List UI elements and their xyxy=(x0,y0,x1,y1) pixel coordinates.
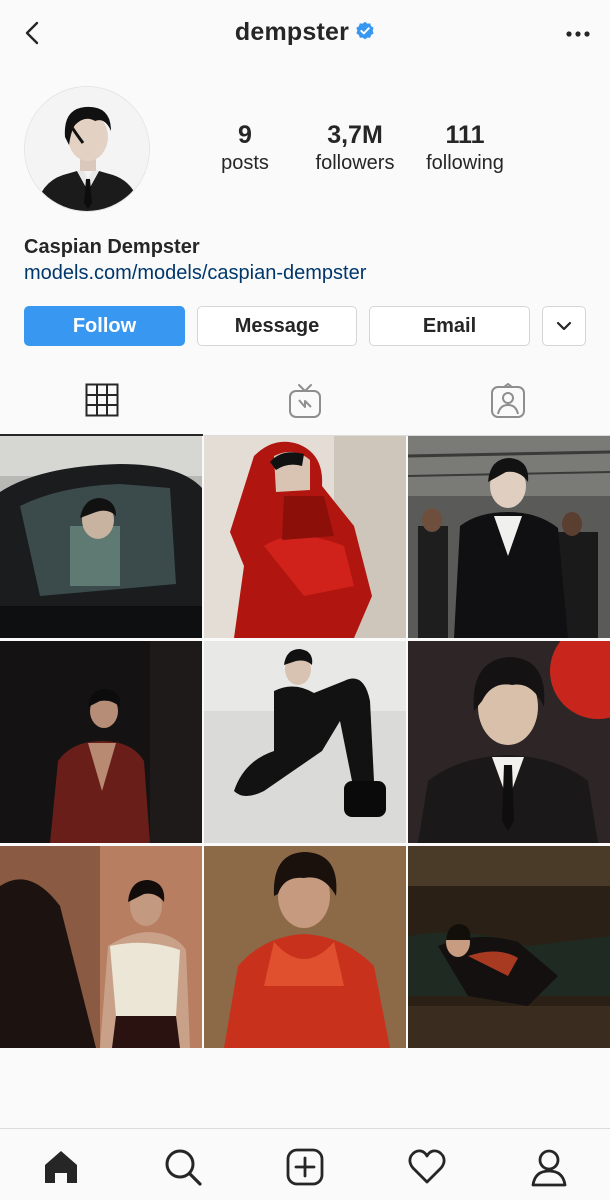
username-title: dempster xyxy=(0,18,610,47)
grid-post[interactable] xyxy=(204,846,406,1048)
profile-stats: 9 posts 3,7M followers 111 following xyxy=(190,120,520,176)
profile-avatar[interactable] xyxy=(24,86,150,212)
avatar-image xyxy=(25,87,149,211)
grid-post[interactable] xyxy=(0,436,202,638)
post-image-red-hood xyxy=(204,436,406,638)
grid-post[interactable] xyxy=(408,846,610,1048)
grid-post[interactable] xyxy=(408,436,610,638)
profile-website-link[interactable]: models.com/models/caspian-dempster xyxy=(24,262,366,285)
profile-action-buttons: Follow Message Email xyxy=(24,306,586,346)
post-image-red-jacket xyxy=(204,846,406,1048)
tagged-user-icon xyxy=(490,383,525,418)
profile-icon[interactable] xyxy=(529,1147,569,1187)
suggested-dropdown-button[interactable] xyxy=(542,306,586,346)
grid-post[interactable] xyxy=(0,641,202,843)
follow-button[interactable]: Follow xyxy=(24,306,185,346)
profile-tabs xyxy=(0,366,610,436)
following-label: following xyxy=(426,152,504,174)
post-image-white-tank xyxy=(0,846,202,1048)
search-icon[interactable] xyxy=(163,1147,203,1187)
post-image-red-balloon xyxy=(408,641,610,843)
post-image-red-blazer xyxy=(0,641,202,843)
message-button[interactable]: Message xyxy=(197,306,357,346)
tab-grid[interactable] xyxy=(0,366,203,436)
photo-grid xyxy=(0,436,610,1048)
add-post-icon[interactable] xyxy=(285,1147,325,1187)
followers-stat[interactable]: 3,7M followers xyxy=(300,120,410,176)
tab-igtv[interactable] xyxy=(203,366,406,436)
grid-post[interactable] xyxy=(0,846,202,1048)
tab-tagged[interactable] xyxy=(406,366,609,436)
username-text: dempster xyxy=(234,18,350,46)
posts-count: 9 xyxy=(238,121,252,149)
posts-label: posts xyxy=(221,152,269,174)
followers-label: followers xyxy=(315,152,395,174)
grid-post[interactable] xyxy=(204,436,406,638)
more-horizontal-icon[interactable] xyxy=(564,24,592,44)
following-stat[interactable]: 111 following xyxy=(410,120,520,176)
post-image-backstage-suit xyxy=(408,436,610,638)
verified-badge-icon xyxy=(356,22,374,40)
home-icon[interactable] xyxy=(41,1147,81,1187)
posts-stat[interactable]: 9 posts xyxy=(190,120,300,176)
post-image-black-outfit xyxy=(204,641,406,843)
followers-count: 3,7M xyxy=(327,121,383,149)
grid-post[interactable] xyxy=(204,641,406,843)
profile-header: dempster xyxy=(0,0,610,66)
heart-icon[interactable] xyxy=(407,1147,447,1187)
email-button[interactable]: Email xyxy=(369,306,530,346)
following-count: 111 xyxy=(445,121,485,149)
bottom-navigation xyxy=(0,1128,610,1200)
igtv-icon xyxy=(288,384,321,418)
chevron-down-icon xyxy=(556,321,572,331)
profile-full-name: Caspian Dempster xyxy=(24,236,200,258)
grid-icon xyxy=(85,383,118,417)
post-image-reclining xyxy=(408,846,610,1048)
post-image-car-window xyxy=(0,436,202,638)
grid-post[interactable] xyxy=(408,641,610,843)
